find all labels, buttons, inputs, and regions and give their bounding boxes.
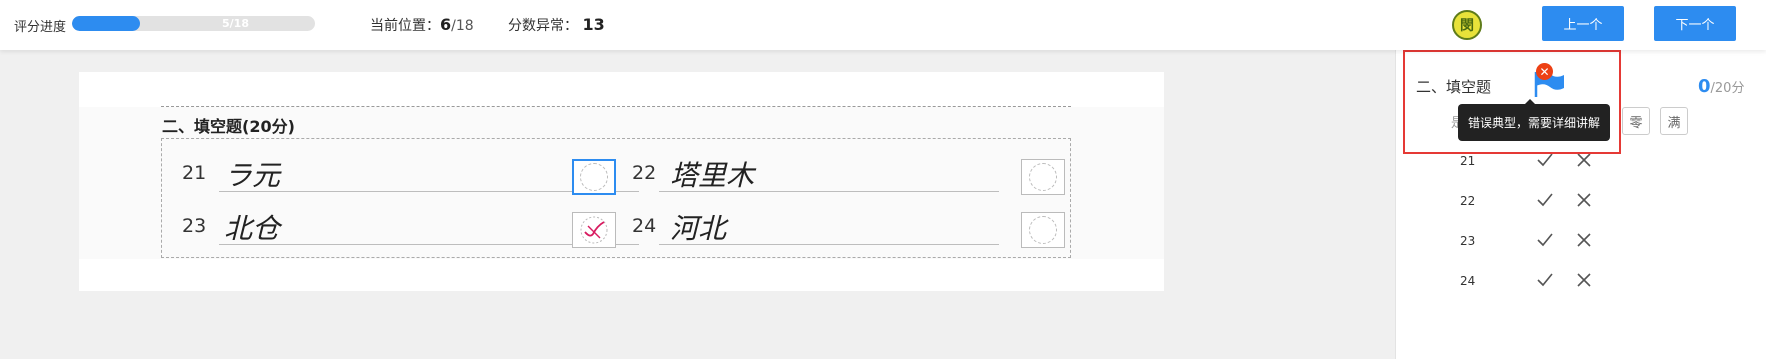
sheet-section-title: 二、填空题(20分) [162,117,295,136]
handwritten-answer: ラ元 [224,159,281,192]
check-icon[interactable] [1536,272,1554,288]
score-box[interactable] [572,212,616,248]
question-number: 22 [632,162,657,184]
full-score-button[interactable]: 满 [1660,107,1688,135]
answer-line [659,244,999,245]
check-icon[interactable] [1536,192,1554,208]
cross-icon[interactable] [1576,232,1592,248]
position-current: 6 [440,15,452,34]
zero-score-button[interactable]: 零 [1622,107,1650,135]
score-circle [1029,216,1057,244]
score-box[interactable] [1021,159,1065,195]
question-row: 22 [1396,192,1766,214]
score-anomaly: 分数异常： 13 [508,15,605,35]
handwritten-answer: 北仓 [224,212,281,245]
anomaly-label: 分数异常： [508,18,578,34]
score-total: /20分 [1710,81,1745,96]
row-number: 24 [1460,274,1476,288]
check-icon[interactable] [1536,152,1554,168]
question-row: 23 [1396,232,1766,254]
cross-icon[interactable] [1576,272,1592,288]
score-circle [580,163,608,191]
row-number: 23 [1460,234,1476,248]
progress-text: 5/18 [222,17,249,30]
prev-button[interactable]: 上一个 [1542,6,1624,41]
top-bar: 评分进度 5/18 当前位置：6/18 分数异常： 13 閔 上一个 下一个 [0,0,1766,50]
handwritten-answer: 河北 [670,212,727,245]
score-circle [1029,163,1057,191]
progress-bar: 5/18 [72,16,315,31]
row-number: 22 [1460,194,1476,208]
row-number: 21 [1460,154,1476,168]
progress-bar-fill [72,16,140,31]
progress-label: 评分进度 [14,20,67,35]
question-row: 24 [1396,272,1766,294]
cross-icon[interactable] [1576,192,1592,208]
question-row: 21 [1396,152,1766,174]
score-box[interactable] [572,159,616,195]
tooltip: 错误典型，需要详细讲解 [1458,104,1610,141]
answer-box-outline [161,138,1071,258]
cross-icon[interactable] [1576,152,1592,168]
next-button[interactable]: 下一个 [1654,6,1736,41]
avatar-glyph: 閔 [1460,18,1474,34]
question-number: 23 [182,215,207,237]
question-number: 21 [182,162,207,184]
score-got: 0 [1698,76,1711,97]
handwritten-answer: 塔里木 [670,159,755,192]
score-mark-icon [580,216,608,244]
avatar[interactable]: 閔 [1452,10,1482,40]
answer-line [659,191,999,192]
score-box[interactable] [1021,212,1065,248]
check-icon[interactable] [1536,232,1554,248]
anomaly-count: 13 [582,15,605,34]
current-position: 当前位置：6/18 [370,15,474,35]
answer-sheet-image: 二、填空题(20分) 21 ラ元 22 塔里木 23 北仓 24 河北 [79,72,1164,291]
question-number: 24 [632,215,657,237]
scoring-panel: 二、填空题 ✕ 0/20分 是 错误典型，需要详细讲解 零 满 21 22 23… [1395,50,1766,359]
position-total: /18 [451,18,474,34]
position-label: 当前位置： [370,18,440,34]
panel-score: 0/20分 [1698,76,1744,97]
